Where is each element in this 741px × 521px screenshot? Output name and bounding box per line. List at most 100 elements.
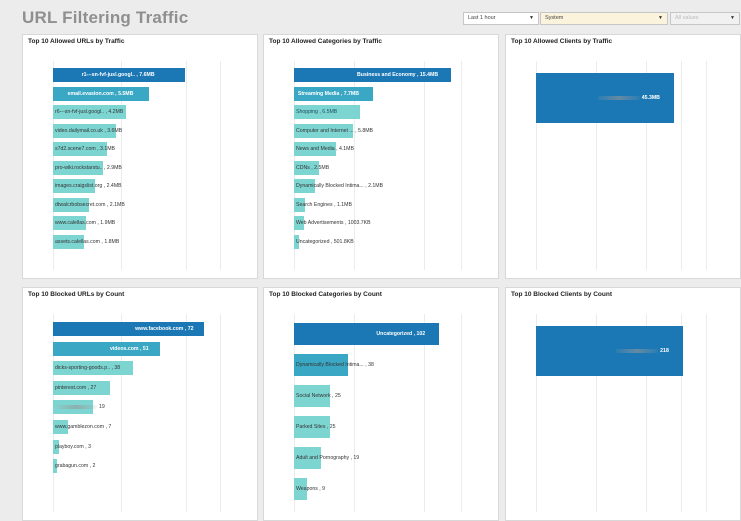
bar-label-text: pro-wiki.rockstarstu.. [55, 164, 103, 171]
bar-value: 15.4MB [419, 72, 439, 78]
bar-label-text: Uncategorized [376, 331, 413, 337]
bar-label: dicks-sporting-goods.p.. , 38 [55, 361, 120, 375]
bar-label: Shopping , 6.5MB [296, 105, 337, 119]
bar-value: 45.3MB [641, 95, 660, 101]
panel-title: Top 10 Allowed URLs by Traffic [28, 38, 125, 45]
bar-value: 4.2MB [108, 109, 124, 115]
scope-select[interactable]: System ▼ [540, 12, 668, 25]
bar-value: 218 [660, 348, 669, 354]
bar-value: 7.6MB [139, 72, 155, 78]
bar-label: r1---sn-fvf-jusl.googl.. , 7.6MB [82, 68, 155, 82]
bar-value: 7.7MB [343, 90, 359, 97]
bar-value: 1.1MB [336, 201, 352, 208]
gridline [706, 314, 707, 512]
bar-label-text: Adult and Pornography [296, 455, 350, 461]
page-title: URL Filtering Traffic [22, 8, 189, 27]
scope-value: System [545, 15, 564, 21]
panel-blocked-categories: Top 10 Blocked Categories by Count Uncat… [263, 287, 499, 521]
bar-label: 218 [616, 326, 669, 376]
bar-label: Web Advertisements , 1003.7KB [296, 216, 371, 230]
bar-label: Business and Economy , 15.4MB [357, 68, 438, 82]
bar-label: Dynamically Blocked Intima... , 38 [296, 354, 374, 376]
bar-label: assets.calellas.com , 1.8MB [55, 235, 119, 249]
bar-label-text: videos.com [109, 345, 139, 352]
bar-value: 1.8MB [104, 238, 120, 245]
bar-label: email.evasion.com , 5.5MB [68, 87, 134, 101]
bar-label: Social Network , 25 [296, 385, 341, 407]
gridline [681, 61, 682, 270]
chevron-down-icon: ▼ [730, 15, 735, 21]
bar-value: 19 [99, 404, 105, 411]
bar-label: Computer and Internet ... , 5.8MB [296, 124, 373, 138]
bar-value: 2.1MB [109, 201, 125, 208]
bar-label-text: email.evasion.com [67, 90, 114, 97]
panel-title: Top 10 Allowed Clients by Traffic [511, 38, 613, 45]
gridline [706, 61, 707, 270]
bar-value: 25 [334, 393, 341, 399]
bar-label-text: images.craigslist.org [55, 183, 103, 189]
bar-label: playboy.com , 3 [55, 440, 91, 454]
panel-title: Top 10 Blocked Categories by Count [269, 291, 382, 298]
gridline [186, 314, 187, 512]
bar-label-text: Business and Economy [357, 72, 416, 78]
bar-label: pro-wiki.rockstarstu.. , 2.9MB [55, 161, 122, 175]
bar-label: Uncategorized , 102 [376, 323, 425, 345]
bar-value: 2 [92, 463, 96, 470]
bar-label-text: www.facebook.com [135, 326, 184, 332]
bar-label-text: video.dailymail.co.uk [55, 127, 103, 134]
gridline [186, 61, 187, 270]
bar-label-text: Uncategorized [296, 238, 330, 245]
bar-label: Dynamically Blocked Intima... , 2.1MB [296, 179, 383, 193]
time-range-select[interactable]: Last 1 hour ▼ [463, 12, 539, 25]
bar-value: 2.1MB [368, 183, 384, 189]
bar-label-text: s7d2.scene7.com [55, 146, 96, 152]
bar-label: videos.com , 51 [110, 342, 149, 356]
bar-value: 3 [88, 443, 91, 450]
bar-value: 4.1MB [338, 146, 354, 152]
bar-value: 102 [416, 331, 426, 337]
bar-value: 72 [187, 326, 194, 332]
redacted-name [55, 405, 97, 410]
bar-value: 27 [90, 384, 97, 391]
bar-label: Uncategorized , 501.8KB [296, 235, 354, 249]
bar-label-text: www.gamblezon.com [55, 424, 105, 430]
bar-label-text: r6---sn-fvf-jusl.googl.. [55, 109, 105, 115]
bar-label-text: Search Engines [296, 201, 333, 208]
bar-value: 501.8KB [333, 238, 354, 245]
bar-label: CDNs , 2.5MB [296, 161, 329, 175]
bar-label-text: Weapons [296, 486, 318, 492]
bar-label: grabagun.com , 2 [55, 459, 95, 473]
bar-value: 25 [329, 424, 336, 430]
bar-label: Search Engines , 1.1MB [296, 198, 352, 212]
bar-value: 38 [114, 365, 121, 372]
bar-label: video.dailymail.co.uk , 3.6MB [55, 124, 122, 138]
panel-title: Top 10 Blocked Clients by Count [511, 291, 613, 298]
bar-label: www.calellas.com , 1.9MB [55, 216, 115, 230]
bar-label-text: www.calellas.com [55, 220, 96, 226]
bar-label-text: playboy.com [55, 443, 84, 450]
bar-value: 3.1MB [100, 146, 115, 152]
bar-value: 19 [353, 455, 360, 461]
bar-label-text: dicks-sporting-goods.p.. [55, 365, 111, 372]
bar-value: 1003.7KB [347, 220, 371, 226]
gridline [424, 61, 425, 270]
bar-value: 5.8MB [358, 127, 373, 134]
extra-filter-select[interactable]: All values ▼ [670, 12, 740, 25]
bar-label-text: Social Network [296, 393, 331, 399]
bar-value: 2.5MB [314, 164, 330, 171]
bar-value: 1.9MB [100, 220, 116, 226]
gridline [220, 61, 221, 270]
bar-value: 2.4MB [106, 183, 122, 189]
bar-value: 9 [322, 486, 326, 492]
bar-label: dtwalcrbobsecret.com , 2.1MB [55, 198, 125, 212]
chevron-down-icon: ▼ [529, 15, 534, 21]
bar-label: Parked Sites , 25 [296, 416, 336, 438]
bar-label-text: grabagun.com [55, 463, 89, 470]
bar-label: r6---sn-fvf-jusl.googl.. , 4.2MB [55, 105, 123, 119]
bar-label: Streaming Media , 7.7MB [298, 87, 359, 101]
bar-label: 19 [55, 400, 105, 414]
bar-label-text: Streaming Media [297, 90, 340, 97]
bar-label: Adult and Pornography , 19 [296, 447, 359, 469]
time-range-value: Last 1 hour [468, 15, 496, 21]
gridline [220, 314, 221, 512]
